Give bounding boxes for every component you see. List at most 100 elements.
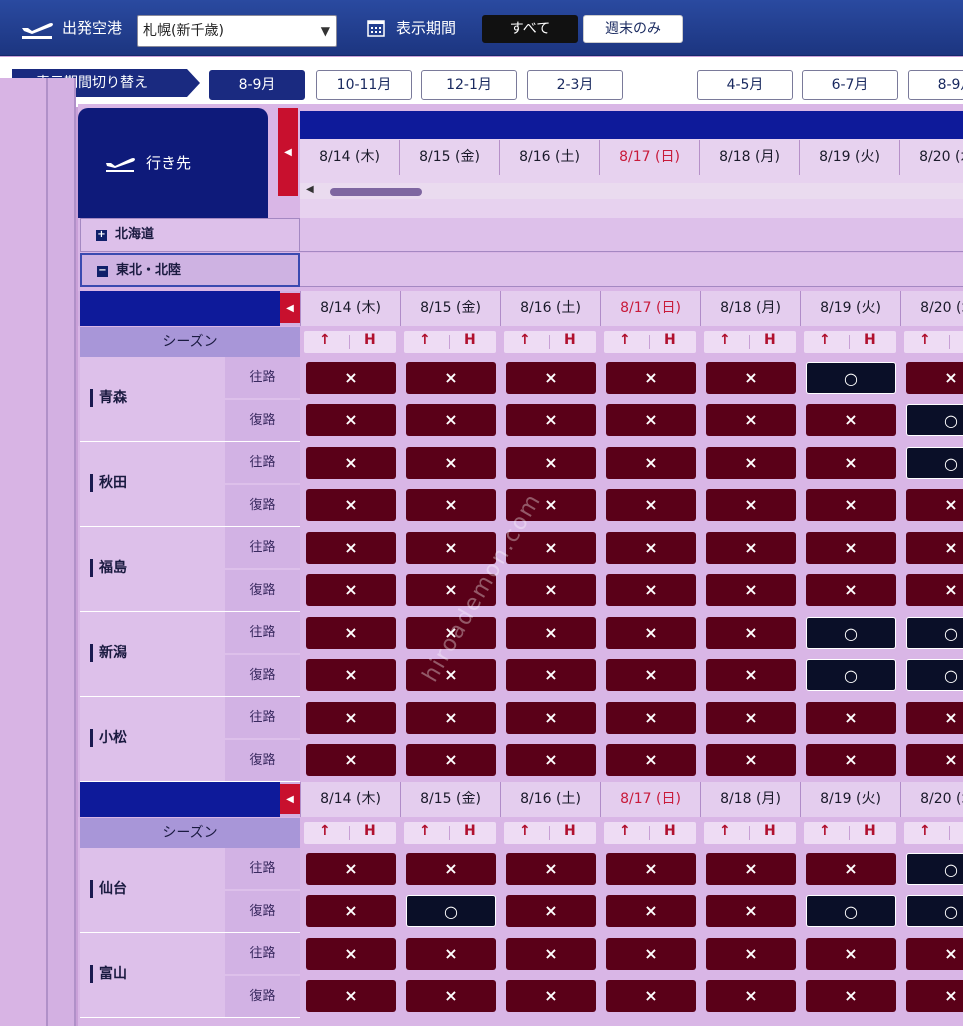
seat-unavailable-cell[interactable]: × [306,574,396,606]
seat-unavailable-cell[interactable]: × [806,980,896,1012]
period-tab[interactable]: 12-1月 [421,70,517,100]
seat-unavailable-cell[interactable]: × [506,980,596,1012]
section-prev-dates-button[interactable]: ◀ [280,293,300,323]
seat-unavailable-cell[interactable]: × [906,532,963,564]
seat-unavailable-cell[interactable]: × [706,404,796,436]
seat-unavailable-cell[interactable]: × [306,362,396,394]
seat-unavailable-cell[interactable]: × [306,980,396,1012]
seat-unavailable-cell[interactable]: × [706,702,796,734]
horizontal-scrollbar[interactable]: ◀ [300,183,963,199]
period-tab[interactable]: 8-9月 [908,70,963,100]
seat-unavailable-cell[interactable]: × [706,532,796,564]
seat-unavailable-cell[interactable]: × [906,980,963,1012]
seat-unavailable-cell[interactable]: × [706,447,796,479]
seat-unavailable-cell[interactable]: × [706,362,796,394]
seat-unavailable-cell[interactable]: × [806,744,896,776]
section-prev-dates-button[interactable]: ◀ [280,784,300,814]
seat-unavailable-cell[interactable]: × [506,744,596,776]
seat-unavailable-cell[interactable]: × [806,574,896,606]
region-toggle-hokkaido[interactable]: + 北海道 [80,218,300,252]
scrollbar-thumb[interactable] [330,188,422,196]
seat-available-cell[interactable]: ○ [906,853,963,885]
seat-unavailable-cell[interactable]: × [706,938,796,970]
seat-unavailable-cell[interactable]: × [506,362,596,394]
seat-available-cell[interactable]: ○ [906,617,963,649]
seat-unavailable-cell[interactable]: × [906,489,963,521]
seat-unavailable-cell[interactable]: × [806,532,896,564]
seat-unavailable-cell[interactable]: × [406,362,496,394]
seat-unavailable-cell[interactable]: × [606,744,696,776]
seat-unavailable-cell[interactable]: × [406,980,496,1012]
period-tab[interactable]: 10-11月 [316,70,412,100]
seat-unavailable-cell[interactable]: × [506,617,596,649]
seat-unavailable-cell[interactable]: × [406,744,496,776]
seat-available-cell[interactable]: ○ [806,895,896,927]
seat-unavailable-cell[interactable]: × [306,489,396,521]
seat-unavailable-cell[interactable]: × [606,532,696,564]
seat-unavailable-cell[interactable]: × [806,938,896,970]
seat-unavailable-cell[interactable]: × [806,489,896,521]
seat-unavailable-cell[interactable]: × [606,938,696,970]
seat-unavailable-cell[interactable]: × [906,744,963,776]
seat-unavailable-cell[interactable]: × [506,853,596,885]
seat-unavailable-cell[interactable]: × [606,895,696,927]
region-toggle-tohoku-hokuriku[interactable]: − 東北・北陸 [80,253,300,287]
seat-unavailable-cell[interactable]: × [306,404,396,436]
seat-unavailable-cell[interactable]: × [506,938,596,970]
seat-unavailable-cell[interactable]: × [606,404,696,436]
scroll-left-arrow-icon[interactable]: ◀ [306,184,314,195]
seat-unavailable-cell[interactable]: × [506,659,596,691]
seat-unavailable-cell[interactable]: × [706,853,796,885]
period-tab[interactable]: 2-3月 [527,70,623,100]
seat-unavailable-cell[interactable]: × [406,532,496,564]
filter-all-button[interactable]: すべて [482,15,578,43]
seat-available-cell[interactable]: ○ [406,895,496,927]
seat-unavailable-cell[interactable]: × [306,853,396,885]
seat-unavailable-cell[interactable]: × [706,617,796,649]
seat-unavailable-cell[interactable]: × [606,702,696,734]
period-tab[interactable]: 4-5月 [697,70,793,100]
seat-unavailable-cell[interactable]: × [506,404,596,436]
seat-unavailable-cell[interactable]: × [306,447,396,479]
seat-unavailable-cell[interactable]: × [906,702,963,734]
seat-unavailable-cell[interactable]: × [406,404,496,436]
seat-unavailable-cell[interactable]: × [906,574,963,606]
seat-unavailable-cell[interactable]: × [506,447,596,479]
prev-dates-button[interactable]: ◀ [278,108,298,196]
seat-unavailable-cell[interactable]: × [306,532,396,564]
seat-available-cell[interactable]: ○ [806,362,896,394]
seat-unavailable-cell[interactable]: × [606,980,696,1012]
seat-unavailable-cell[interactable]: × [706,980,796,1012]
seat-unavailable-cell[interactable]: × [306,702,396,734]
seat-unavailable-cell[interactable]: × [806,447,896,479]
seat-unavailable-cell[interactable]: × [306,938,396,970]
seat-available-cell[interactable]: ○ [906,404,963,436]
period-tab[interactable]: 6-7月 [802,70,898,100]
seat-unavailable-cell[interactable]: × [606,362,696,394]
seat-unavailable-cell[interactable]: × [706,895,796,927]
departure-airport-select[interactable]: 札幌(新千歳) ▼ [137,15,337,47]
seat-unavailable-cell[interactable]: × [906,362,963,394]
seat-available-cell[interactable]: ○ [906,895,963,927]
seat-unavailable-cell[interactable]: × [606,489,696,521]
seat-unavailable-cell[interactable]: × [506,895,596,927]
seat-unavailable-cell[interactable]: × [306,895,396,927]
seat-unavailable-cell[interactable]: × [706,744,796,776]
seat-unavailable-cell[interactable]: × [306,659,396,691]
seat-unavailable-cell[interactable]: × [406,938,496,970]
filter-weekend-button[interactable]: 週末のみ [583,15,683,43]
seat-unavailable-cell[interactable]: × [706,574,796,606]
seat-unavailable-cell[interactable]: × [606,659,696,691]
seat-unavailable-cell[interactable]: × [806,404,896,436]
seat-available-cell[interactable]: ○ [906,447,963,479]
seat-unavailable-cell[interactable]: × [406,447,496,479]
seat-unavailable-cell[interactable]: × [606,574,696,606]
seat-unavailable-cell[interactable]: × [406,489,496,521]
seat-unavailable-cell[interactable]: × [606,617,696,649]
seat-unavailable-cell[interactable]: × [306,744,396,776]
seat-unavailable-cell[interactable]: × [506,574,596,606]
seat-available-cell[interactable]: ○ [806,659,896,691]
seat-available-cell[interactable]: ○ [806,617,896,649]
seat-unavailable-cell[interactable]: × [306,617,396,649]
seat-unavailable-cell[interactable]: × [406,702,496,734]
